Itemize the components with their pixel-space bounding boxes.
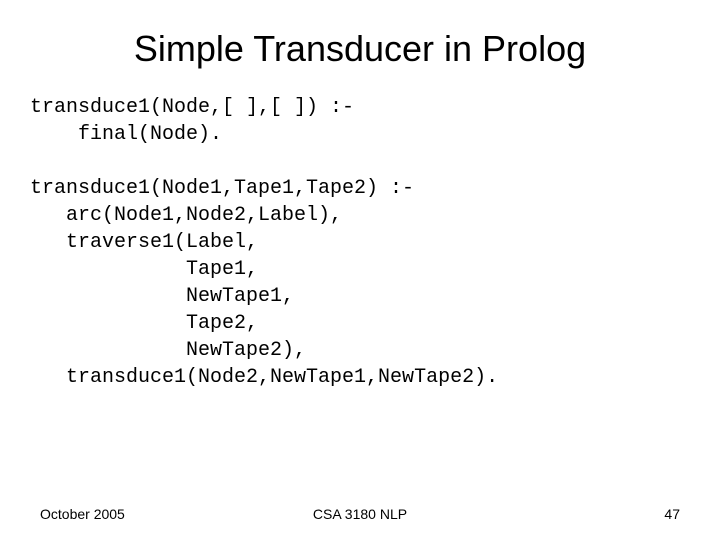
footer: October 2005 CSA 3180 NLP 47 xyxy=(40,506,680,522)
footer-page-number: 47 xyxy=(664,506,680,522)
slide-title: Simple Transducer in Prolog xyxy=(40,28,680,70)
footer-course: CSA 3180 NLP xyxy=(40,506,680,522)
footer-date: October 2005 xyxy=(40,506,125,522)
code-block: transduce1(Node,[ ],[ ]) :- final(Node).… xyxy=(30,94,680,391)
slide: Simple Transducer in Prolog transduce1(N… xyxy=(0,0,720,540)
